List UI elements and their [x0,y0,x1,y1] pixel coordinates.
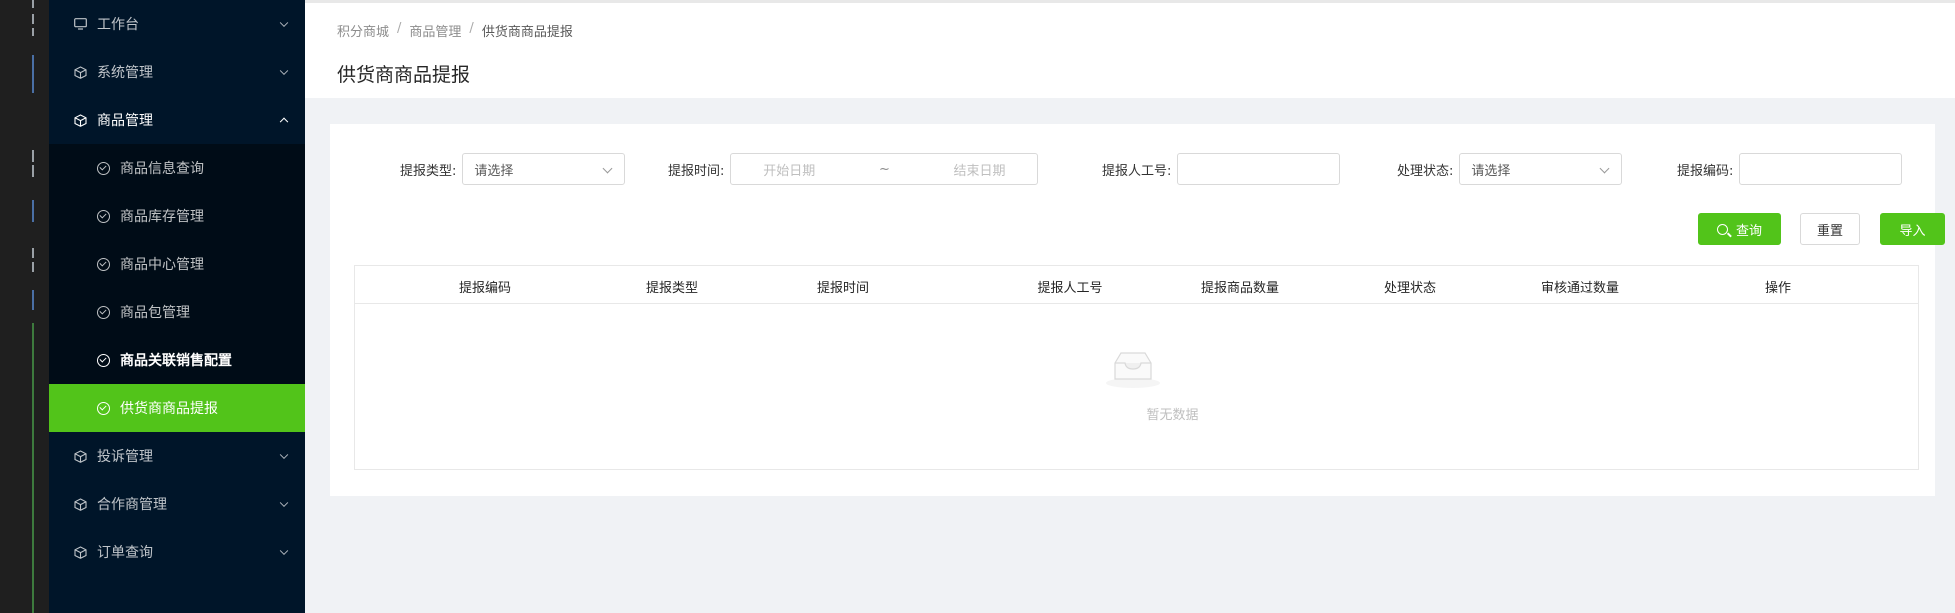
query-button[interactable]: 查询 [1698,213,1781,245]
check-circle-icon [97,305,110,319]
sidebar-item-goods[interactable]: 商品管理 [49,96,305,144]
sidebar-item-label: 投诉管理 [97,449,153,465]
sidebar: 工作台 系统管理 商品管理 商品信息查询 商品库存管理 商品中心管理 商品包管理… [49,0,305,613]
table-empty-state: 暂无数据 [355,304,1918,469]
filter-report-type: 提报类型: 请选择 [400,153,626,185]
select-value: 请选择 [1471,163,1511,179]
check-circle-icon [97,353,110,367]
sidebar-item-label: 订单查询 [97,545,153,561]
cube-icon [73,497,87,511]
import-button-label: 导入 [1899,223,1926,239]
submenu-item-label: 商品关联销售配置 [120,353,232,369]
check-circle-icon [97,257,110,271]
submenu-item-goods-package[interactable]: 商品包管理 [49,288,305,336]
range-separator: ~ [878,161,890,177]
empty-text: 暂无数据 [1146,408,1199,423]
breadcrumb-current: 供货商商品提报 [481,25,573,40]
filter-label: 提报类型: [400,163,457,179]
chevron-down-icon [279,18,289,28]
end-date-input[interactable]: 结束日期 [954,160,1006,179]
chevron-down-icon [1599,163,1610,174]
status-select[interactable]: 请选择 [1459,153,1623,185]
sidebar-item-system[interactable]: 系统管理 [49,48,305,96]
sidebar-item-label: 商品管理 [97,113,153,129]
submenu-item-goods-stock[interactable]: 商品库存管理 [49,192,305,240]
cube-icon [73,65,87,79]
submenu-item-label: 供货商商品提报 [120,401,218,417]
cube-icon [73,545,87,559]
sidebar-item-partners[interactable]: 合作商管理 [49,480,305,528]
submenu-item-supplier-report[interactable]: 供货商商品提报 [49,384,305,432]
table-header: 提报编码 提报类型 提报时间 提报人工号 提报商品数量 处理状态 审核通过数量 … [355,266,1918,304]
report-type-select[interactable]: 请选择 [462,153,626,185]
goods-submenu: 商品信息查询 商品库存管理 商品中心管理 商品包管理 商品关联销售配置 供货商商… [49,144,305,432]
select-value: 请选择 [474,163,514,179]
submenu-item-label: 商品信息查询 [120,161,204,177]
filter-report-time: 提报时间: 开始日期 ~ 结束日期 [668,153,1039,185]
column-header: 提报时间 [816,281,870,296]
chevron-down-icon [279,450,289,460]
staff-id-input[interactable] [1177,153,1341,185]
column-header: 提报商品数量 [1200,281,1280,296]
column-header: 提报类型 [645,281,699,296]
report-table: 提报编码 提报类型 提报时间 提报人工号 提报商品数量 处理状态 审核通过数量 … [354,265,1919,470]
breadcrumb-item[interactable]: 积分商城 [337,21,389,40]
breadcrumb-item[interactable]: 商品管理 [409,21,461,40]
filter-label: 提报编码: [1677,163,1734,179]
search-icon [1716,223,1728,235]
chevron-up-icon [279,117,289,127]
sidebar-item-orders[interactable]: 订单查询 [49,528,305,576]
filter-staff-id: 提报人工号: [1102,153,1341,185]
filter-label: 提报人工号: [1102,163,1172,179]
empty-inbox-icon [1105,349,1161,393]
monitor-icon [73,17,87,31]
cube-icon [73,449,87,463]
column-header: 提报编码 [458,281,512,296]
breadcrumb-separator: / [397,21,402,36]
filter-label: 提报时间: [668,163,725,179]
chevron-down-icon [279,498,289,508]
reset-button-label: 重置 [1816,223,1843,239]
column-header: 操作 [1764,281,1792,296]
submenu-item-goods-center[interactable]: 商品中心管理 [49,240,305,288]
sidebar-item-label: 工作台 [97,17,139,33]
filter-label: 处理状态: [1397,163,1454,179]
sidebar-item-workbench[interactable]: 工作台 [49,0,305,48]
cube-icon [73,113,87,127]
date-range-picker[interactable]: 开始日期 ~ 结束日期 [730,153,1039,185]
sidebar-item-label: 合作商管理 [97,497,167,513]
sidebar-item-label: 系统管理 [97,65,153,81]
breadcrumb: 积分商城 / 商品管理 / 供货商商品提报 [337,21,573,40]
chevron-down-icon [602,163,613,174]
window-edge-strip [0,0,49,613]
page-title: 供货商商品提报 [337,64,471,86]
breadcrumb-separator: / [469,21,474,36]
column-header: 处理状态 [1383,281,1437,296]
page-header: 积分商城 / 商品管理 / 供货商商品提报 供货商商品提报 [305,0,1955,98]
submenu-item-goods-info[interactable]: 商品信息查询 [49,144,305,192]
submenu-item-label: 商品中心管理 [120,257,204,273]
start-date-input[interactable]: 开始日期 [763,160,815,179]
check-circle-icon [97,401,110,415]
chevron-down-icon [279,546,289,556]
reset-button[interactable]: 重置 [1800,213,1860,245]
submenu-item-label: 商品库存管理 [120,209,204,225]
filter-status: 处理状态: 请选择 [1397,153,1623,185]
main-content: 积分商城 / 商品管理 / 供货商商品提报 供货商商品提报 提报类型: 请选择 … [305,0,1955,613]
sidebar-item-complaints[interactable]: 投诉管理 [49,432,305,480]
content-card: 提报类型: 请选择 提报时间: 开始日期 ~ 结束日期 提报人工号: 处理状态:… [330,124,1945,496]
report-code-input[interactable] [1739,153,1903,185]
import-button[interactable]: 导入 [1880,213,1945,245]
chevron-down-icon [279,66,289,76]
submenu-item-label: 商品包管理 [120,305,190,321]
check-circle-icon [97,161,110,175]
column-header: 提报人工号 [1037,281,1103,296]
column-header: 审核通过数量 [1540,281,1620,296]
query-button-label: 查询 [1735,223,1762,239]
submenu-item-related-sales[interactable]: 商品关联销售配置 [49,336,305,384]
check-circle-icon [97,209,110,223]
filter-report-code: 提报编码: [1677,153,1903,185]
